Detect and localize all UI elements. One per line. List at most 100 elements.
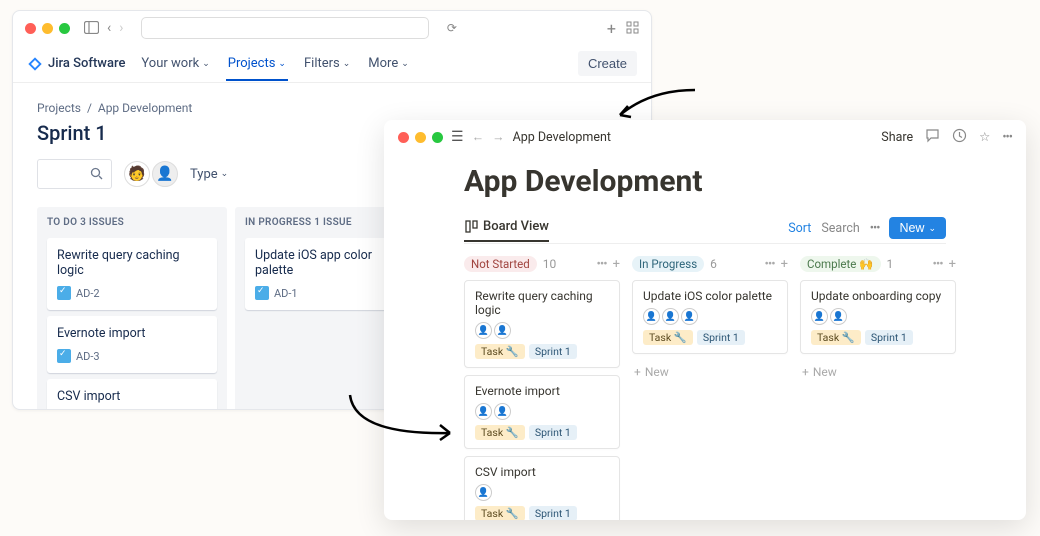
add-new-row[interactable]: + New — [632, 361, 788, 383]
tag-sprint: Sprint 1 — [697, 330, 745, 345]
tag-sprint: Sprint 1 — [529, 506, 577, 520]
column-more-icon[interactable]: ••• — [764, 257, 774, 272]
search-button[interactable]: Search — [821, 221, 859, 236]
avatar[interactable]: 🧑 — [124, 161, 150, 187]
avatar: 👤 — [494, 403, 511, 420]
status-pill[interactable]: In Progress — [632, 256, 704, 272]
breadcrumb-page[interactable]: App Development — [513, 130, 611, 145]
column-header: TO DO 3 ISSUES — [47, 217, 217, 228]
avatar: 👤 — [830, 308, 847, 325]
clock-icon[interactable] — [952, 128, 967, 147]
nav-more[interactable]: More⌄ — [366, 46, 411, 81]
nav-filters[interactable]: Filters⌄ — [302, 46, 352, 81]
close-window-icon[interactable] — [25, 23, 36, 34]
jira-issue-card[interactable]: Rewrite query caching logic AD-2 — [47, 238, 217, 310]
avatar: 👤 — [494, 322, 511, 339]
reload-icon[interactable]: ⟳ — [447, 21, 457, 35]
card-assignees: 👤👤 — [475, 403, 609, 420]
url-bar[interactable] — [141, 17, 428, 39]
avatar: 👤 — [662, 308, 679, 325]
column-more-icon[interactable]: ••• — [932, 257, 942, 272]
card-title: Rewrite query caching logic — [475, 289, 609, 317]
sidebar-icon[interactable] — [84, 19, 99, 38]
plus-icon[interactable]: + — [607, 19, 616, 38]
back-icon[interactable]: ← — [472, 130, 485, 145]
notion-card[interactable]: Update iOS color palette 👤👤👤 Task 🔧 Spri… — [632, 280, 788, 354]
avatar: 👤 — [475, 322, 492, 339]
star-icon[interactable]: ☆ — [979, 129, 990, 145]
tag-task: Task 🔧 — [475, 425, 525, 440]
card-title: Update iOS color palette — [643, 289, 777, 303]
issue-title: Update iOS app color palette — [255, 248, 405, 278]
view-tabs: Board View Sort Search ••• New⌄ — [464, 217, 946, 244]
board-icon — [464, 220, 478, 234]
card-title: CSV import — [475, 465, 609, 479]
avatar[interactable]: 👤 — [152, 161, 178, 187]
card-assignees: 👤 — [475, 484, 609, 501]
notion-topbar: ☰ ← → App Development Share ☆ ••• — [384, 120, 1026, 154]
search-input[interactable] — [37, 159, 112, 189]
new-button[interactable]: New⌄ — [889, 217, 946, 239]
notion-window: ☰ ← → App Development Share ☆ ••• App De… — [384, 120, 1026, 520]
share-button[interactable]: Share — [881, 130, 913, 145]
tag-task: Task 🔧 — [643, 330, 693, 345]
card-title: Evernote import — [475, 384, 609, 398]
create-button[interactable]: Create — [578, 51, 637, 76]
tag-sprint: Sprint 1 — [529, 425, 577, 440]
minimize-window-icon[interactable] — [42, 23, 53, 34]
breadcrumb-project[interactable]: App Development — [98, 101, 192, 115]
task-type-icon — [57, 286, 71, 300]
chevron-down-icon: ⌄ — [221, 169, 229, 179]
jira-navbar: Jira Software Your work⌄ Projects⌄ Filte… — [13, 45, 651, 83]
add-card-icon[interactable]: + — [613, 257, 620, 272]
browser-titlebar: ‹ › ⟳ + — [13, 11, 651, 45]
column-header: Complete 🙌 1 ••• + — [800, 256, 956, 272]
hamburger-icon[interactable]: ☰ — [451, 129, 464, 145]
column-header: In Progress 6 ••• + — [632, 256, 788, 272]
status-pill[interactable]: Complete 🙌 — [800, 256, 881, 272]
breadcrumb-projects[interactable]: Projects — [37, 101, 81, 115]
nav-projects[interactable]: Projects⌄ — [226, 46, 288, 81]
more-icon[interactable]: ••• — [1002, 130, 1012, 145]
add-card-icon[interactable]: + — [781, 257, 788, 272]
forward-icon[interactable]: › — [119, 20, 123, 36]
status-pill[interactable]: Not Started — [464, 256, 537, 272]
issue-title: Rewrite query caching logic — [57, 248, 207, 278]
card-count: 1 — [887, 257, 894, 271]
add-new-row[interactable]: + New — [800, 361, 956, 383]
chevron-down-icon: ⌄ — [278, 59, 286, 69]
assignee-avatars[interactable]: 🧑 👤 — [124, 161, 178, 187]
notion-card[interactable]: Update onboarding copy 👤👤 Task 🔧 Sprint … — [800, 280, 956, 354]
issue-key: AD-1 — [274, 287, 298, 300]
task-type-icon — [57, 349, 71, 363]
grid-icon[interactable] — [626, 19, 639, 38]
notion-card[interactable]: Evernote import 👤👤 Task 🔧 Sprint 1 — [464, 375, 620, 449]
card-count: 6 — [710, 257, 717, 271]
issue-title: Evernote import — [57, 326, 207, 341]
maximize-window-icon[interactable] — [432, 132, 443, 143]
comments-icon[interactable] — [925, 128, 940, 147]
more-icon[interactable]: ••• — [870, 221, 880, 236]
back-icon[interactable]: ‹ — [107, 20, 111, 36]
close-window-icon[interactable] — [398, 132, 409, 143]
jira-issue-card[interactable]: Evernote import AD-3 — [47, 316, 217, 373]
notion-card[interactable]: CSV import 👤 Task 🔧 Sprint 1 — [464, 456, 620, 520]
card-count: 10 — [543, 257, 557, 271]
nav-your-work[interactable]: Your work⌄ — [139, 46, 211, 81]
notion-card[interactable]: Rewrite query caching logic 👤👤 Task 🔧 Sp… — [464, 280, 620, 368]
window-controls — [25, 23, 70, 34]
jira-logo[interactable]: Jira Software — [27, 56, 125, 72]
forward-icon[interactable]: → — [492, 130, 505, 145]
notion-column: Complete 🙌 1 ••• + Update onboarding cop… — [800, 256, 956, 520]
sort-button[interactable]: Sort — [788, 221, 811, 236]
issue-key: AD-2 — [76, 287, 100, 300]
column-more-icon[interactable]: ••• — [596, 257, 606, 272]
minimize-window-icon[interactable] — [415, 132, 426, 143]
chevron-down-icon: ⌄ — [401, 59, 409, 69]
tab-board-view[interactable]: Board View — [464, 219, 549, 242]
jira-issue-card[interactable]: CSV import AD-4 — [47, 379, 217, 410]
plus-icon: + — [802, 365, 809, 379]
type-dropdown[interactable]: Type⌄ — [190, 167, 228, 182]
add-card-icon[interactable]: + — [949, 257, 956, 272]
maximize-window-icon[interactable] — [59, 23, 70, 34]
